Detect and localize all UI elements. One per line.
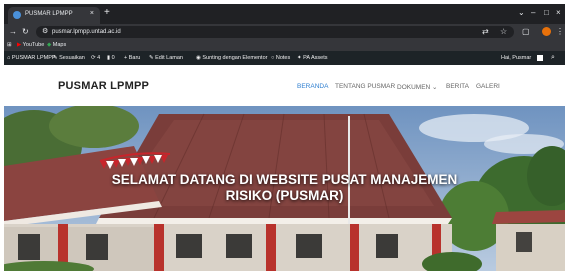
menu-icon[interactable]: ⋮ (556, 27, 564, 36)
extensions-icon[interactable]: ▢ (522, 27, 530, 36)
forward-icon[interactable]: → (9, 27, 17, 36)
reload-icon[interactable]: ↻ (22, 27, 29, 36)
site-favicon-icon (13, 11, 21, 19)
url-text: pusmar.lpmpp.untad.ac.id (52, 29, 121, 35)
admin-notes[interactable]: ○ Notes (271, 54, 290, 62)
tab-title: PUSMAR LPMPP (25, 11, 73, 17)
admin-pa-assets[interactable]: ✦ PA Assets (297, 54, 328, 62)
profile-avatar[interactable] (542, 27, 551, 36)
maps-icon: ◆ (47, 42, 52, 48)
admin-comments-count: 0 (111, 55, 115, 61)
admin-bar: ⌂ PUSMAR LPMPP ✎ Sesuaikan ⟳ 4 ▮ 0 + Bar… (4, 51, 565, 65)
admin-updates[interactable]: ⟳ 4 (91, 54, 100, 62)
admin-edit-page-label: Edit Laman (155, 55, 183, 61)
admin-updates-count: 4 (97, 55, 101, 61)
admin-notes-label: Notes (275, 55, 291, 61)
tab-close-icon[interactable]: × (90, 10, 94, 17)
hero-banner: SELAMAT DATANG DI WEBSITE PUSAT MANAJEME… (4, 106, 565, 271)
minimize-icon[interactable]: – (531, 9, 535, 17)
pencil-icon: ✎ (149, 55, 154, 61)
admin-edit-page[interactable]: ✎ Edit Laman (149, 54, 183, 62)
youtube-bookmark[interactable]: ▶ YouTube (17, 41, 44, 50)
admin-customize-label: Sesuaikan (59, 55, 85, 61)
admin-search-icon[interactable]: ⌕ (551, 53, 555, 62)
bookmarks-bar: ⊞ ▶ YouTube ◆ Maps (4, 40, 565, 51)
browser-toolbar: → ↻ ⚙ pusmar.lpmpp.untad.ac.id ⇄ ☆ ▢ ⋮ (4, 24, 565, 40)
admin-greeting[interactable]: Hai, Pusmar (501, 54, 531, 62)
browser-window: PUSMAR LPMPP × + ⌄ – □ × → ↻ ⚙ pusmar.lp… (4, 4, 565, 271)
comment-icon: ▮ (107, 55, 111, 61)
site-logo[interactable]: PUSMAR LPMPP (58, 80, 149, 92)
tab-strip: PUSMAR LPMPP × + ⌄ – □ × (4, 4, 565, 24)
nav-item-dokumen[interactable]: DOKUMEN ⌄ (397, 83, 437, 91)
admin-avatar[interactable] (537, 55, 543, 61)
address-bar[interactable]: ⚙ pusmar.lpmpp.untad.ac.id (36, 26, 514, 38)
hero-title-line-1: SELAMAT DATANG DI WEBSITE PUSAT MANAJEME… (111, 172, 458, 187)
translate-icon[interactable]: ⇄ (482, 27, 489, 36)
bookmark-star-icon[interactable]: ☆ (500, 27, 507, 36)
apps-icon[interactable]: ⊞ (7, 41, 12, 50)
tab-search-dropdown-icon[interactable]: ⌄ (518, 9, 525, 17)
nav-item-galeri[interactable]: GALERI (476, 83, 500, 90)
nav-item-berita[interactable]: BERITA (446, 83, 469, 90)
maps-bookmark[interactable]: ◆ Maps (47, 41, 66, 50)
hero-title: SELAMAT DATANG DI WEBSITE PUSAT MANAJEME… (4, 172, 565, 204)
bookmark-label-maps: Maps (52, 42, 67, 48)
admin-site-name: PUSMAR LPMPP (11, 55, 56, 61)
window-close-icon[interactable]: × (556, 9, 561, 17)
admin-site-link[interactable]: ⌂ PUSMAR LPMPP (7, 54, 56, 62)
site-header: PUSMAR LPMPP BERANDA TENTANG PUSMAR DOKU… (4, 65, 565, 106)
admin-elementor[interactable]: ◉ Sunting dengan Elementor (196, 54, 267, 62)
notes-icon: ○ (271, 55, 275, 61)
browser-tab[interactable]: PUSMAR LPMPP × (8, 7, 100, 24)
youtube-icon: ▶ (17, 42, 22, 48)
brush-icon: ✎ (53, 55, 58, 61)
pa-assets-icon: ✦ (297, 55, 302, 61)
admin-customize[interactable]: ✎ Sesuaikan (53, 54, 85, 62)
hero-title-line-2: RISIKO (PUSMAR) (225, 188, 344, 203)
site-info-icon[interactable]: ⚙ (42, 28, 48, 36)
bookmark-label-youtube: YouTube (22, 42, 45, 48)
admin-new[interactable]: + Baru (124, 54, 140, 62)
admin-comments[interactable]: ▮ 0 (107, 54, 115, 62)
nav-item-tentang-pusmar[interactable]: TENTANG PUSMAR (335, 83, 395, 90)
nav-item-beranda[interactable]: BERANDA (297, 83, 328, 90)
elementor-icon: ◉ (196, 55, 201, 61)
maximize-icon[interactable]: □ (544, 9, 549, 17)
admin-pa-assets-label: PA Assets (303, 55, 328, 61)
updates-icon: ⟳ (91, 55, 96, 61)
admin-elementor-label: Sunting dengan Elementor (202, 55, 268, 61)
new-tab-icon[interactable]: + (104, 8, 110, 18)
home-icon: ⌂ (7, 55, 11, 61)
